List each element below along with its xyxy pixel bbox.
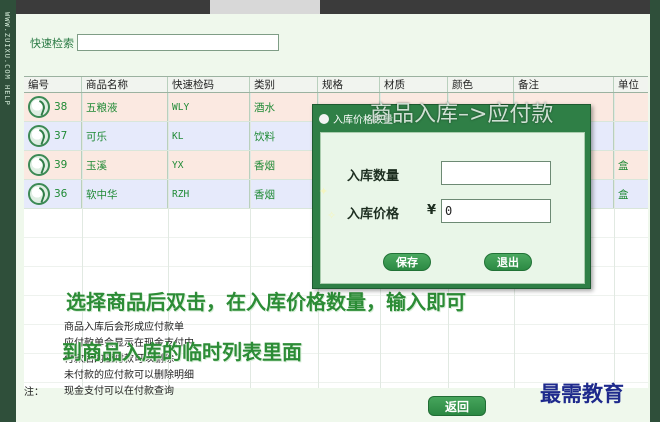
grid-header: 编号 商品名称 快速检码 类别 规格 材质 颜色 备注 单位 — [24, 77, 648, 93]
row-code: KL — [168, 122, 250, 150]
grid-divider — [614, 93, 615, 388]
col-header-material[interactable]: 材质 — [380, 77, 448, 92]
caption-line-1: 选择商品后双击，在入库价格数量，输入即可 — [66, 290, 466, 314]
col-header-id[interactable]: 编号 — [24, 77, 82, 92]
product-icon — [28, 125, 50, 147]
row-name: 五粮液 — [82, 93, 168, 121]
row-id-cell: 39 — [24, 151, 82, 179]
note-prefix: 注： — [24, 387, 44, 398]
row-id: 36 — [54, 188, 68, 200]
currency-symbol: ¥ — [427, 203, 437, 218]
col-header-color[interactable]: 颜色 — [448, 77, 514, 92]
col-header-unit[interactable]: 单位 — [614, 77, 648, 92]
col-header-remark[interactable]: 备注 — [514, 77, 614, 92]
row-id-cell: 36 — [24, 180, 82, 208]
return-button[interactable]: 返回 — [428, 396, 486, 416]
row-unit: 盒 — [618, 188, 629, 201]
product-icon — [28, 183, 50, 205]
search-label: 快速检索 — [30, 36, 74, 50]
overlay-heading: 商品入库–>应付款 — [370, 102, 554, 127]
left-rail: WWW.ZUIXU.COM HELP — [0, 0, 16, 422]
watermark-logo: 最需教育 — [540, 381, 624, 406]
row-category: 香烟 — [250, 151, 318, 179]
search-input[interactable] — [77, 34, 279, 51]
sparkle-icon: ✧ — [327, 209, 337, 222]
sparkle-icon: ✦ — [319, 185, 329, 198]
row-id: 37 — [54, 130, 68, 142]
exit-button[interactable]: 退出 — [484, 253, 532, 271]
row-id: 39 — [54, 159, 68, 171]
dialog-body: 入库数量 入库价格 ¥ 0 保存 退出 — [320, 132, 585, 284]
row-unit: 盒 — [618, 159, 629, 172]
search-row: 快速检索 — [30, 34, 279, 51]
row-unit — [614, 122, 648, 150]
row-category: 香烟 — [250, 180, 318, 208]
price-label: 入库价格 — [347, 207, 400, 222]
save-button[interactable]: 保存 — [383, 253, 431, 271]
note-line-4: 未付款的应付款可以删除明细 — [64, 370, 194, 381]
col-header-name[interactable]: 商品名称 — [82, 77, 168, 92]
qty-label: 入库数量 — [347, 169, 400, 184]
row-id-cell: 37 — [24, 122, 82, 150]
row-category: 酒水 — [250, 93, 318, 121]
row-category: 饮料 — [250, 122, 318, 150]
col-header-code[interactable]: 快速检码 — [168, 77, 250, 92]
right-rail — [650, 0, 660, 422]
note-line-1: 商品入库后会形成应付款单 — [64, 322, 184, 333]
col-header-spec[interactable]: 规格 — [318, 77, 380, 92]
row-id: 38 — [54, 101, 68, 113]
row-id-cell: 38 — [24, 93, 82, 121]
rail-text: WWW.ZUIXU.COM HELP — [3, 12, 11, 106]
row-name: 可乐 — [82, 122, 168, 150]
row-code: RZH — [168, 180, 250, 208]
dialog-app-icon — [319, 113, 329, 124]
top-strip — [0, 0, 660, 14]
col-header-category[interactable]: 类别 — [250, 77, 318, 92]
row-name: 软中华 — [82, 180, 168, 208]
row-unit — [614, 93, 648, 121]
price-input[interactable]: 0 — [441, 199, 551, 223]
row-code: YX — [168, 151, 250, 179]
caption-line-2: 到商品入库的临时列表里面 — [62, 340, 302, 364]
product-icon — [28, 96, 50, 118]
row-code: WLY — [168, 93, 250, 121]
note-line-5: 现金支付可以在付款查询 — [64, 386, 174, 397]
top-strip-highlight — [210, 0, 320, 14]
row-name: 玉溪 — [82, 151, 168, 179]
product-icon — [28, 154, 50, 176]
qty-input[interactable] — [441, 161, 551, 185]
stock-in-dialog: 入库价格数量 入库数量 入库价格 ¥ 0 保存 退出 ✦ ✧ — [312, 104, 591, 289]
